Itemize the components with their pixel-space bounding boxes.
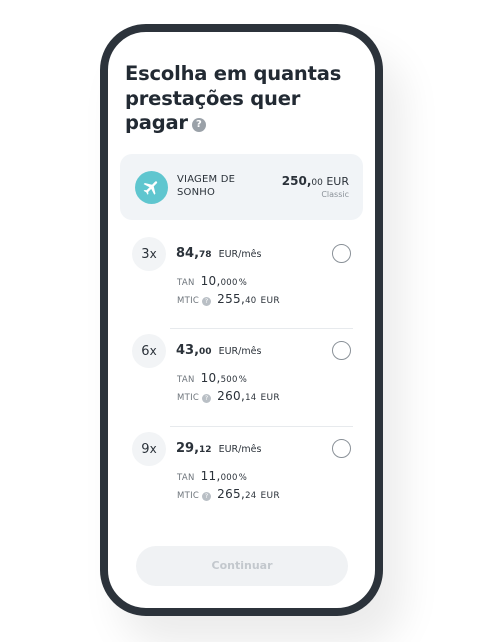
mtic-help-icon[interactable]: ?: [202, 492, 212, 501]
tan-row: TAN 11,000%: [177, 469, 247, 483]
divider: [170, 328, 353, 329]
product-amount-dec: 00: [311, 178, 323, 188]
help-icon[interactable]: ?: [191, 118, 206, 132]
monthly-int: 43,: [176, 343, 200, 358]
screen: Escolha em quantas prestações quer pagar…: [108, 32, 375, 608]
monthly-dec: 12: [199, 445, 212, 455]
product-amount-int: 250,: [281, 174, 312, 188]
product-card: VIAGEM DE SONHO 250,00 EUR Classic: [120, 154, 363, 220]
monthly-unit: EUR/mês: [218, 249, 262, 260]
phone-frame: Escolha em quantas prestações quer pagar…: [100, 24, 383, 616]
installment-count-badge: 9x: [132, 432, 166, 466]
installment-option-3[interactable]: 3x 84,78 EUR/mês TAN 10,000% MTIC? 255,40 E…: [132, 237, 352, 319]
tan-row: TAN 10,500%: [177, 371, 247, 385]
mtic-label: MTIC: [177, 296, 200, 306]
installment-count: 3: [141, 247, 150, 262]
mtic-currency: EUR: [260, 393, 280, 403]
monthly-amount: 43,00 EUR/mês: [176, 343, 261, 358]
installment-count: 9: [141, 442, 150, 457]
monthly-dec: 78: [199, 250, 212, 260]
mtic-int: 255,: [217, 292, 246, 306]
tan-percent: %: [238, 473, 248, 483]
product-currency: EUR: [326, 175, 349, 188]
monthly-amount: 29,12 EUR/mês: [176, 441, 261, 456]
installment-option-6[interactable]: 6x 43,00 EUR/mês TAN 10,500% MTIC? 260,14 E…: [132, 334, 352, 416]
mtic-currency: EUR: [260, 296, 280, 306]
tan-dec: 500: [220, 375, 238, 385]
installment-count: 6: [141, 344, 150, 359]
mtic-help-icon[interactable]: ?: [202, 297, 212, 306]
tan-label: TAN: [177, 278, 195, 288]
product-amount: 250,00 EUR: [282, 174, 349, 188]
mtic-dec: 24: [245, 491, 257, 501]
tan-dec: 000: [220, 278, 238, 288]
installment-x: x: [149, 344, 157, 358]
tan-label: TAN: [177, 473, 195, 483]
mtic-label: MTIC: [177, 491, 200, 501]
installment-count-badge: 3x: [132, 237, 166, 271]
tan-dec: 000: [220, 473, 238, 483]
tan-percent: %: [238, 278, 248, 288]
select-radio[interactable]: [332, 341, 351, 360]
page-title: Escolha em quantas prestações quer pagar…: [125, 62, 365, 136]
airplane-icon: [135, 171, 168, 204]
product-type: Classic: [321, 190, 349, 199]
monthly-dec: 00: [199, 347, 212, 357]
page-title-text: Escolha em quantas prestações quer pagar: [125, 62, 342, 134]
tan-label: TAN: [177, 375, 195, 385]
mtic-int: 260,: [217, 389, 246, 403]
divider: [170, 426, 353, 427]
mtic-int: 265,: [217, 487, 246, 501]
installment-x: x: [149, 442, 157, 456]
tan-percent: %: [238, 375, 248, 385]
monthly-int: 84,: [176, 246, 200, 261]
select-radio[interactable]: [332, 244, 351, 263]
tan-int: 10,: [200, 371, 221, 385]
tan-row: TAN 10,000%: [177, 274, 247, 288]
installment-option-9[interactable]: 9x 29,12 EUR/mês TAN 11,000% MTIC? 265,24 E…: [132, 432, 352, 514]
mtic-row: MTIC? 260,14 EUR: [177, 389, 280, 403]
tan-int: 11,: [200, 469, 221, 483]
continue-button[interactable]: Continuar: [136, 546, 348, 586]
installment-count-badge: 6x: [132, 334, 166, 368]
product-name: VIAGEM DE SONHO: [177, 174, 236, 198]
mtic-row: MTIC? 265,24 EUR: [177, 487, 280, 501]
mtic-label: MTIC: [177, 393, 200, 403]
mtic-dec: 40: [245, 296, 257, 306]
installment-x: x: [149, 247, 157, 261]
monthly-unit: EUR/mês: [218, 346, 262, 357]
mtic-row: MTIC? 255,40 EUR: [177, 292, 280, 306]
mtic-dec: 14: [245, 393, 257, 403]
monthly-amount: 84,78 EUR/mês: [176, 246, 261, 261]
mtic-help-icon[interactable]: ?: [202, 394, 212, 403]
select-radio[interactable]: [332, 439, 351, 458]
tan-int: 10,: [200, 274, 221, 288]
monthly-int: 29,: [176, 441, 200, 456]
mtic-currency: EUR: [260, 491, 280, 501]
monthly-unit: EUR/mês: [218, 444, 262, 455]
